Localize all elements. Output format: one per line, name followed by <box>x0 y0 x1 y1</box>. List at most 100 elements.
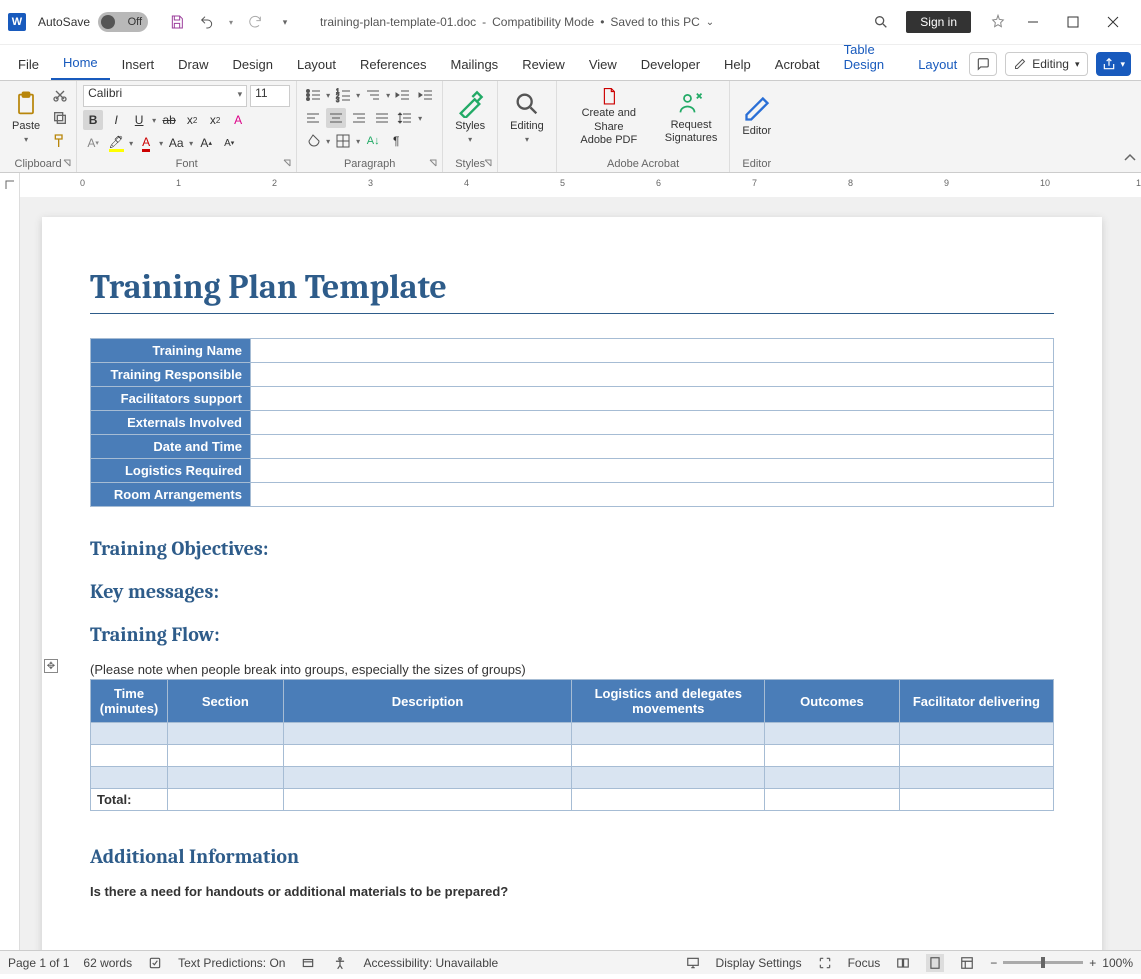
heading-objectives[interactable]: Training Objectives: <box>90 537 1054 560</box>
read-mode-icon[interactable] <box>894 954 912 972</box>
close-button[interactable] <box>1093 6 1133 38</box>
sort-icon[interactable]: A↓ <box>363 131 383 151</box>
editing-mode-dropdown[interactable]: Editing ▾ <box>1005 52 1088 76</box>
flow-note[interactable]: (Please note when people break into grou… <box>90 662 1054 677</box>
italic-button[interactable]: I <box>106 110 126 130</box>
focus-icon[interactable] <box>816 954 834 972</box>
clipboard-launcher-icon[interactable] <box>62 158 74 170</box>
print-layout-icon[interactable] <box>926 954 944 972</box>
font-size-dropdown[interactable]: 11 <box>250 85 290 107</box>
minimize-button[interactable] <box>1013 6 1053 38</box>
align-right-icon[interactable] <box>349 108 369 128</box>
tab-help[interactable]: Help <box>712 49 763 80</box>
format-painter-icon[interactable] <box>50 131 70 151</box>
tab-layout[interactable]: Layout <box>285 49 348 80</box>
grow-font-icon[interactable]: A▴ <box>196 133 216 153</box>
heading-key-messages[interactable]: Key messages: <box>90 580 1054 603</box>
table-row[interactable]: Facilitators support <box>91 387 1054 411</box>
tab-design[interactable]: Design <box>221 49 285 80</box>
tab-review[interactable]: Review <box>510 49 577 80</box>
share-button[interactable]: ▾ <box>1096 52 1131 76</box>
increase-indent-icon[interactable] <box>416 85 436 105</box>
table-row[interactable]: Date and Time <box>91 435 1054 459</box>
zoom-in-icon[interactable]: + <box>1089 956 1096 970</box>
heading-additional[interactable]: Additional Information <box>90 845 1054 868</box>
zoom-slider[interactable] <box>1003 961 1083 964</box>
info-value[interactable] <box>251 363 1054 387</box>
zoom-out-icon[interactable]: − <box>990 956 997 970</box>
maximize-button[interactable] <box>1053 6 1093 38</box>
accessibility-icon[interactable] <box>331 954 349 972</box>
web-layout-icon[interactable] <box>958 954 976 972</box>
superscript-button[interactable]: x2 <box>205 110 225 130</box>
shrink-font-icon[interactable]: A▾ <box>219 133 239 153</box>
vertical-ruler[interactable] <box>0 197 20 950</box>
column-header[interactable]: Time (minutes) <box>91 680 168 723</box>
tab-file[interactable]: File <box>6 49 51 80</box>
info-table[interactable]: Training NameTraining ResponsibleFacilit… <box>90 338 1054 507</box>
zoom-control[interactable]: − + 100% <box>990 956 1133 970</box>
align-center-icon[interactable] <box>326 108 346 128</box>
column-header[interactable]: Outcomes <box>765 680 900 723</box>
tab-references[interactable]: References <box>348 49 438 80</box>
macro-icon[interactable] <box>299 954 317 972</box>
info-value[interactable] <box>251 339 1054 363</box>
justify-icon[interactable] <box>372 108 392 128</box>
cut-icon[interactable] <box>50 85 70 105</box>
autosave-toggle[interactable]: Off <box>98 12 148 32</box>
status-display[interactable]: Display Settings <box>716 956 802 970</box>
line-spacing-icon[interactable] <box>395 108 415 128</box>
styles-launcher-icon[interactable] <box>483 158 495 170</box>
request-signatures-button[interactable]: Request Signatures <box>659 85 724 149</box>
chevron-down-icon[interactable]: ⌄ <box>706 17 714 28</box>
table-row[interactable]: Training Responsible <box>91 363 1054 387</box>
tab-acrobat[interactable]: Acrobat <box>763 49 832 80</box>
align-left-icon[interactable] <box>303 108 323 128</box>
tab-home[interactable]: Home <box>51 47 110 80</box>
underline-button[interactable]: U <box>129 110 149 130</box>
show-marks-icon[interactable]: ¶ <box>386 131 406 151</box>
font-name-dropdown[interactable]: Calibri <box>83 85 247 107</box>
qat-customize-icon[interactable]: ▾ <box>274 11 296 33</box>
tab-mailings[interactable]: Mailings <box>439 49 511 80</box>
tab-developer[interactable]: Developer <box>629 49 712 80</box>
info-label[interactable]: Training Name <box>91 339 251 363</box>
status-page[interactable]: Page 1 of 1 <box>8 956 69 970</box>
borders-icon[interactable] <box>333 131 353 151</box>
font-color-arrow-icon[interactable]: A▾ <box>83 133 103 153</box>
tab-layout[interactable]: Layout <box>906 49 969 80</box>
font-color-icon[interactable]: A <box>136 133 156 153</box>
table-row[interactable]: Training Name <box>91 339 1054 363</box>
info-value[interactable] <box>251 387 1054 411</box>
status-focus[interactable]: Focus <box>848 956 881 970</box>
info-label[interactable]: Externals Involved <box>91 411 251 435</box>
change-case-icon[interactable]: Aa <box>166 133 186 153</box>
subscript-button[interactable]: x2 <box>182 110 202 130</box>
spellcheck-icon[interactable] <box>146 954 164 972</box>
info-value[interactable] <box>251 411 1054 435</box>
collapse-ribbon-icon[interactable] <box>1123 151 1137 168</box>
bullets-icon[interactable] <box>303 85 323 105</box>
display-settings-icon[interactable] <box>684 954 702 972</box>
status-words[interactable]: 62 words <box>83 956 132 970</box>
flow-table[interactable]: Time (minutes)SectionDescriptionLogistic… <box>90 679 1054 811</box>
page[interactable]: Training Plan Template Training NameTrai… <box>42 217 1102 950</box>
tab-insert[interactable]: Insert <box>110 49 167 80</box>
table-row[interactable]: Room Arrangements <box>91 483 1054 507</box>
bold-button[interactable]: B <box>83 110 103 130</box>
column-header[interactable]: Logistics and delegates movements <box>572 680 765 723</box>
editing-button[interactable]: Editing ▾ <box>504 85 550 149</box>
numbering-icon[interactable]: 123 <box>333 85 353 105</box>
shading-icon[interactable] <box>303 131 323 151</box>
additional-question[interactable]: Is there a need for handouts or addition… <box>90 884 1054 899</box>
document-canvas[interactable]: Training Plan Template Training NameTrai… <box>20 197 1141 950</box>
redo-icon[interactable] <box>244 11 266 33</box>
sign-in-button[interactable]: Sign in <box>906 11 971 33</box>
paragraph-launcher-icon[interactable] <box>428 158 440 170</box>
editor-button[interactable]: Editor <box>736 85 777 149</box>
info-value[interactable] <box>251 435 1054 459</box>
coming-soon-icon[interactable] <box>987 11 1009 33</box>
styles-button[interactable]: Styles ▾ <box>449 85 491 149</box>
save-icon[interactable] <box>166 11 188 33</box>
clear-formatting-icon[interactable]: A <box>228 110 248 130</box>
